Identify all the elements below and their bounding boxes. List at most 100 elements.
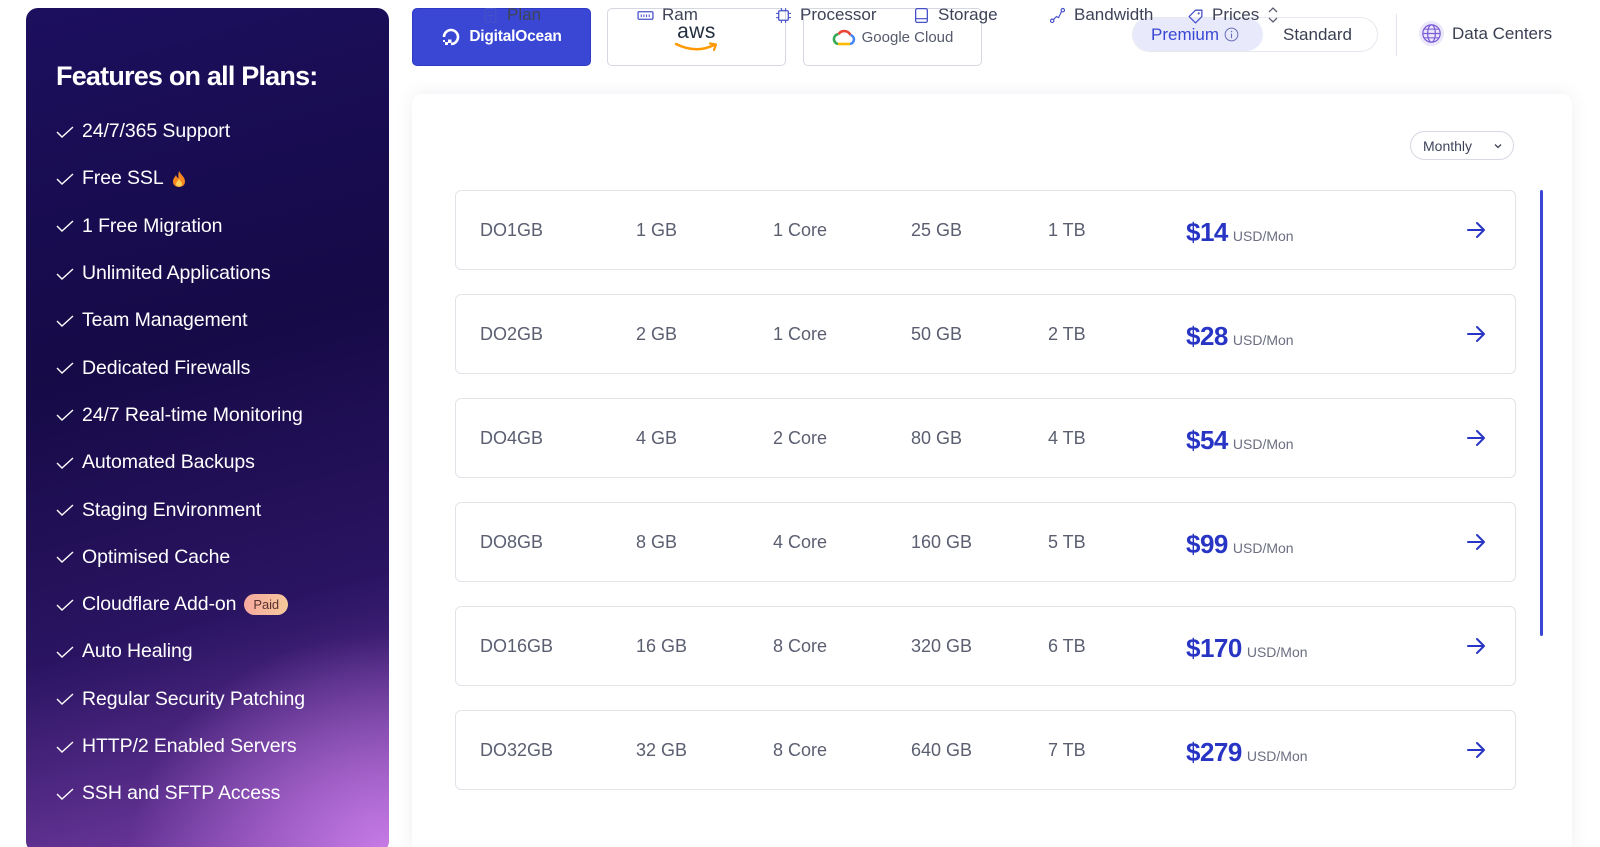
cell-storage: 50 GB <box>911 323 963 344</box>
feature-item: Regular Security Patching <box>56 676 389 723</box>
tier-standard-button[interactable]: Standard <box>1283 18 1352 51</box>
check-icon <box>56 315 74 327</box>
cell-plan: DO2GB <box>480 323 544 344</box>
check-icon <box>56 457 74 469</box>
feature-label: 1 Free Migration <box>82 214 223 237</box>
billing-period-select[interactable]: Monthly <box>1410 131 1514 160</box>
column-header-plan: Plan <box>482 0 541 30</box>
feature-label: Auto Healing <box>82 640 193 663</box>
feature-label: 24/7/365 Support <box>82 120 231 143</box>
cell-price: $14 USD/Mon <box>1186 191 1294 269</box>
check-icon <box>56 362 74 375</box>
tier-standard-label: Standard <box>1283 24 1352 44</box>
arrow-right-icon[interactable] <box>1465 531 1487 553</box>
feature-label: Team Management <box>82 309 248 332</box>
cell-ram: 32 GB <box>636 739 688 760</box>
google-cloud-logo-icon <box>832 29 855 46</box>
cell-price: $54 USD/Mon <box>1186 399 1294 477</box>
column-header-label: Bandwidth <box>1074 5 1154 24</box>
cell-plan: DO8GB <box>480 531 544 552</box>
table-row[interactable]: DO2GB 2 GB 1 Core 50 GB 2 TB $28 USD/Mon <box>455 294 1516 374</box>
check-icon <box>56 788 74 800</box>
cell-processor: 8 Core <box>773 635 828 656</box>
feature-item: Automated Backups <box>56 439 389 486</box>
cell-plan: DO32GB <box>480 739 554 760</box>
table-row[interactable]: DO8GB 8 GB 4 Core 160 GB 5 TB $99 USD/Mo… <box>455 502 1516 582</box>
check-icon <box>56 599 74 611</box>
globe-icon <box>1418 20 1445 47</box>
column-header-label: Storage <box>938 5 998 24</box>
cell-bandwidth: 5 TB <box>1048 531 1086 552</box>
column-header-processor: Processor <box>775 0 877 30</box>
cell-processor: 1 Core <box>773 219 828 240</box>
price-tag-icon <box>1188 9 1203 24</box>
pricing-page: Features on all Plans: 24/7/365 Support … <box>0 0 1600 847</box>
feature-label: Cloudflare Add-on <box>82 593 237 616</box>
table-row[interactable]: DO16GB 16 GB 8 Core 320 GB 6 TB $170 USD… <box>455 606 1516 686</box>
cell-storage: 160 GB <box>911 531 973 552</box>
header-divider <box>1396 14 1397 56</box>
cell-storage: 25 GB <box>911 219 963 240</box>
price-value: $14 <box>1186 217 1228 247</box>
price-value: $170 <box>1186 633 1242 663</box>
features-sidebar: Features on all Plans: 24/7/365 Support … <box>26 8 389 847</box>
price-value: $279 <box>1186 737 1242 767</box>
cell-plan: DO4GB <box>480 427 544 448</box>
cell-price: $99 USD/Mon <box>1186 503 1294 581</box>
arrow-right-icon[interactable] <box>1465 739 1487 761</box>
arrow-right-icon[interactable] <box>1465 427 1487 449</box>
data-centers-label: Data Centers <box>1452 23 1553 43</box>
feature-label: Staging Environment <box>82 498 262 521</box>
cell-processor: 4 Core <box>773 531 828 552</box>
price-unit: USD/Mon <box>1232 540 1294 556</box>
cell-processor: 2 Core <box>773 427 828 448</box>
feature-item: Auto Healing <box>56 628 389 675</box>
feature-item: 24/7/365 Support <box>56 108 389 155</box>
check-icon <box>56 173 74 185</box>
column-header-prices[interactable]: Prices <box>1187 0 1279 30</box>
check-icon <box>56 646 74 658</box>
feature-label: Regular Security Patching <box>82 687 305 710</box>
arrow-right-icon[interactable] <box>1465 323 1487 345</box>
price-value: $28 <box>1186 321 1228 351</box>
feature-item: SSH and SFTP Access <box>56 770 389 817</box>
feature-item: 24/7 Real-time Monitoring <box>56 392 389 439</box>
sort-icon[interactable] <box>1267 5 1279 25</box>
column-header-ram: Ram <box>637 0 698 30</box>
feature-item: HTTP/2 Enabled Servers <box>56 723 389 770</box>
aws-smile-icon <box>674 42 717 52</box>
feature-item: Unlimited Applications <box>56 250 389 297</box>
price-value: $99 <box>1186 529 1228 559</box>
price-unit: USD/Mon <box>1246 748 1308 764</box>
check-icon <box>56 551 74 564</box>
plan-icon <box>484 7 497 23</box>
price-unit: USD/Mon <box>1232 436 1294 452</box>
column-header-label: Plan <box>507 5 542 24</box>
digitalocean-logo-icon <box>443 28 460 46</box>
scrollbar-thumb[interactable] <box>1540 190 1543 636</box>
column-header-label: Prices <box>1212 5 1260 24</box>
table-row[interactable]: DO1GB 1 GB 1 Core 25 GB 1 TB $14 USD/Mon <box>455 190 1516 270</box>
feature-label: HTTP/2 Enabled Servers <box>82 735 297 757</box>
cell-ram: 4 GB <box>636 427 678 448</box>
cell-processor: 8 Core <box>773 739 828 760</box>
cell-plan: DO1GB <box>480 219 544 240</box>
provider-label: DigitalOcean <box>469 28 562 45</box>
cell-storage: 320 GB <box>911 635 973 656</box>
cell-bandwidth: 1 TB <box>1048 219 1086 240</box>
feature-item: Free SSL <box>56 155 389 202</box>
table-row[interactable]: DO4GB 4 GB 2 Core 80 GB 4 TB $54 USD/Mon <box>455 398 1516 478</box>
ram-icon <box>637 10 654 20</box>
check-icon <box>56 220 74 233</box>
column-header-storage: Storage <box>913 0 998 30</box>
price-unit: USD/Mon <box>1232 332 1294 348</box>
arrow-right-icon[interactable] <box>1465 635 1487 657</box>
cell-ram: 1 GB <box>636 219 678 240</box>
cell-bandwidth: 2 TB <box>1048 323 1086 344</box>
feature-item: Optimised Cache <box>56 534 389 581</box>
cell-storage: 640 GB <box>911 739 973 760</box>
arrow-right-icon[interactable] <box>1465 219 1487 241</box>
storage-icon <box>915 7 928 23</box>
data-centers-link[interactable]: Data Centers <box>1418 20 1552 47</box>
table-row[interactable]: DO32GB 32 GB 8 Core 640 GB 7 TB $279 USD… <box>455 710 1516 790</box>
